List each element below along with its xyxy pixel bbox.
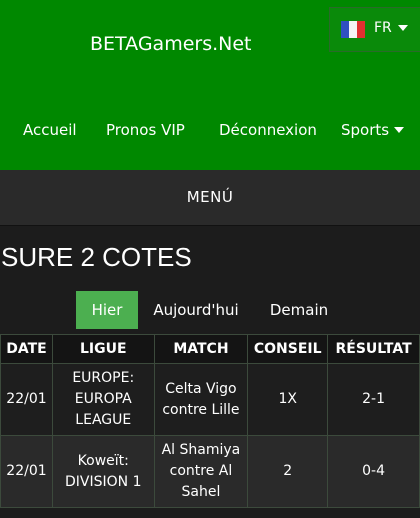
- nav-pronos-vip[interactable]: Pronos VIP: [106, 121, 185, 139]
- predictions-table: DATE LIGUE MATCH CONSEIL RÉSULTAT 22/01 …: [0, 334, 420, 508]
- column-header-ligue: LIGUE: [51, 334, 155, 364]
- cell-ligue: EUROPE: EUROPA LEAGUE: [51, 363, 155, 436]
- day-tabs: Hier Aujourd'hui Demain: [0, 291, 420, 329]
- language-selector[interactable]: FR: [329, 7, 420, 52]
- tab-hier[interactable]: Hier: [76, 291, 138, 329]
- cell-conseil: 1X: [247, 363, 329, 436]
- nav-accueil[interactable]: Accueil: [23, 121, 77, 139]
- site-title[interactable]: BETAGamers.Net: [90, 33, 252, 55]
- column-header-match: MATCH: [153, 334, 249, 364]
- cell-match: Al Shamiya contre Al Sahel: [153, 435, 249, 508]
- table-header-row: DATE LIGUE MATCH CONSEIL RÉSULTAT: [0, 334, 420, 364]
- cell-date: 22/01: [0, 363, 53, 436]
- chevron-down-icon: [398, 25, 408, 31]
- page-title: SURE 2 COTES: [1, 242, 192, 272]
- column-header-date: DATE: [0, 334, 53, 364]
- column-header-resultat: RÉSULTAT: [327, 334, 420, 364]
- nav-sports-label: Sports: [341, 121, 390, 139]
- cell-conseil: 2: [247, 435, 329, 508]
- tab-demain[interactable]: Demain: [262, 291, 336, 329]
- french-flag-icon: [341, 21, 365, 38]
- menu-toggle-bar[interactable]: MENÚ: [0, 170, 420, 226]
- tab-aujourdhui[interactable]: Aujourd'hui: [146, 291, 246, 329]
- table-row: 22/01 EUROPE: EUROPA LEAGUE Celta Vigo c…: [0, 363, 420, 436]
- nav-deconnexion[interactable]: Déconnexion: [219, 121, 317, 139]
- cell-resultat: 0-4: [327, 435, 420, 508]
- cell-match: Celta Vigo contre Lille: [153, 363, 249, 436]
- cell-resultat: 2-1: [327, 363, 420, 436]
- cell-ligue: Koweït: DIVISION 1: [51, 435, 155, 508]
- caret-down-icon: [394, 127, 405, 133]
- cell-date: 22/01: [0, 435, 53, 508]
- site-header: BETAGamers.Net FR Accueil Pronos VIP Déc…: [0, 0, 420, 170]
- column-header-conseil: CONSEIL: [247, 334, 329, 364]
- menu-label: MENÚ: [186, 188, 234, 206]
- table-row: 22/01 Koweït: DIVISION 1 Al Shamiya cont…: [0, 435, 420, 508]
- language-code: FR: [374, 20, 392, 36]
- nav-sports-dropdown[interactable]: Sports: [341, 121, 405, 139]
